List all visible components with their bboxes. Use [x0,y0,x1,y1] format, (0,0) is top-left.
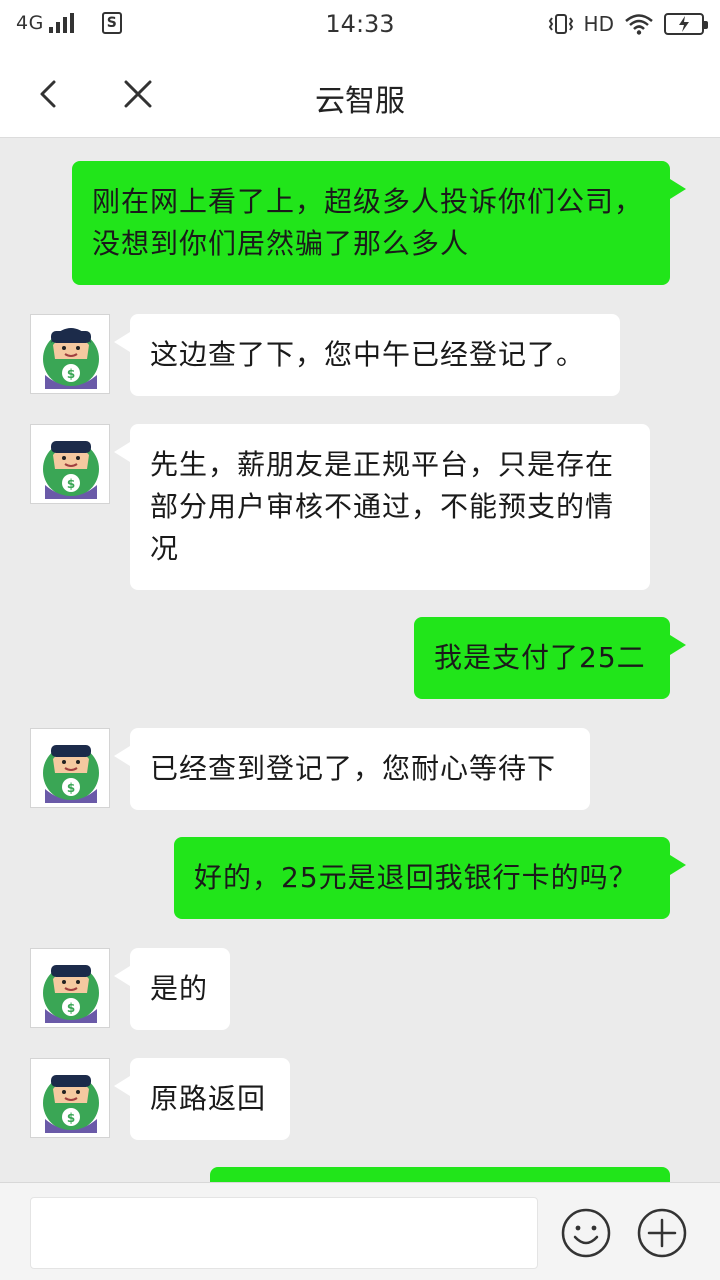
page-title: 云智服 [315,84,405,119]
hd-label: HD [583,12,614,36]
svg-text:$: $ [67,367,75,381]
svg-text:$: $ [67,1001,75,1015]
battery-icon [664,13,708,35]
vibrate-icon [548,14,573,34]
agent-avatar-icon[interactable]: $ [30,728,110,808]
message-bubble-outgoing[interactable] [210,1167,670,1182]
nav-bar: 云智服 [0,52,720,138]
plus-circle-icon [637,1208,687,1258]
agent-avatar-icon[interactable]: $ [30,1058,110,1138]
chat-area[interactable]: 刚在网上看了上，超级多人投诉你们公司，没想到你们居然骗了那么多人 $ 这边查了下… [0,138,720,1182]
message-bubble-incoming[interactable]: 是的 [114,948,230,1030]
message-bubble-outgoing[interactable]: 好的，25元是退回我银行卡的吗？ [174,837,686,919]
input-bar [0,1182,720,1280]
status-bar: 4G S 14:33 HD [0,0,720,52]
agent-avatar-icon[interactable]: $ [30,424,110,504]
message-input[interactable] [30,1197,538,1269]
status-bar-right: HD [548,12,708,36]
message-bubble-incoming[interactable]: 已经查到登记了，您耐心等待下 [114,728,590,810]
wifi-icon [625,14,653,35]
message-bubble-incoming[interactable]: 这边查了下，您中午已经登记了。 [114,314,620,396]
svg-text:$: $ [67,1111,75,1125]
svg-text:$: $ [67,477,75,491]
svg-text:$: $ [67,781,75,795]
emoji-button[interactable] [560,1207,612,1259]
message-bubble-incoming[interactable]: 先生，薪朋友是正规平台，只是存在部分用户审核不通过，不能预支的情况 [114,424,650,590]
message-bubble-outgoing[interactable]: 刚在网上看了上，超级多人投诉你们公司，没想到你们居然骗了那么多人 [72,161,686,285]
message-bubble-incoming[interactable]: 原路返回 [114,1058,290,1140]
agent-avatar-icon[interactable]: $ [30,948,110,1028]
smiley-icon [561,1208,611,1258]
message-bubble-outgoing[interactable]: 我是支付了25二 [414,617,686,699]
agent-avatar-icon[interactable]: $ [30,314,110,394]
plus-button[interactable] [636,1207,688,1259]
